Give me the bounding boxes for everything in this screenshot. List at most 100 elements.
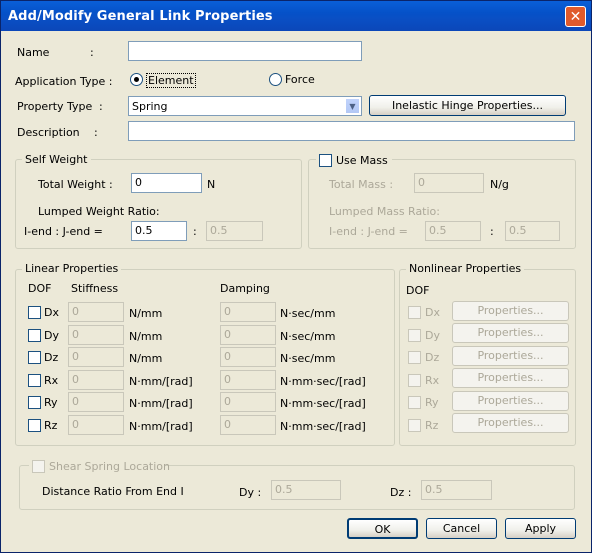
mass-iend-jend-label: I-end : J-end =: [329, 225, 408, 238]
dx-damping-input[interactable]: 0: [220, 302, 276, 322]
nl-dz-checkbox[interactable]: [408, 351, 421, 364]
linear-properties-title: Linear Properties: [22, 262, 122, 275]
description-input[interactable]: [128, 121, 575, 141]
nl-rz-properties-button[interactable]: Properties...: [452, 413, 569, 433]
nl-rz-label: Rz: [425, 419, 439, 432]
nl-dy-properties-button[interactable]: Properties...: [452, 323, 569, 343]
nonlinear-properties-title: Nonlinear Properties: [406, 262, 525, 275]
property-type-select[interactable]: Spring ▼: [128, 96, 362, 116]
ry-stiffness-input[interactable]: 0: [68, 392, 124, 412]
inelastic-hinge-properties-button[interactable]: Inelastic Hinge Properties...: [369, 95, 566, 116]
name-colon: :: [90, 46, 94, 59]
weight-iend-input[interactable]: 0.5: [131, 221, 187, 241]
dialog-window: Add/Modify General Link Properties ✕ Nam…: [0, 0, 592, 553]
nl-ry-properties-button[interactable]: Properties...: [452, 391, 569, 411]
dz-stiffness-input[interactable]: 0: [68, 347, 124, 367]
ry-damping-input[interactable]: 0: [220, 392, 276, 412]
dx-damping-unit: N·sec/mm: [280, 307, 336, 320]
mass-iend-input[interactable]: 0.5: [425, 221, 481, 241]
rx-label: Rx: [44, 374, 59, 387]
dz-label: Dz: [44, 351, 59, 364]
dy-label: Dy: [44, 329, 59, 342]
force-radio-label[interactable]: Force: [285, 73, 315, 86]
nl-ry-label: Ry: [425, 396, 439, 409]
damping-header: Damping: [220, 282, 270, 295]
linear-dof-header: DOF: [28, 282, 52, 295]
property-type-value: Spring: [132, 100, 168, 113]
weight-ratio-sep: :: [193, 225, 197, 238]
title-bar[interactable]: Add/Modify General Link Properties ✕: [1, 1, 591, 31]
weight-jend-input[interactable]: 0.5: [206, 221, 263, 241]
stiffness-header: Stiffness: [71, 282, 119, 295]
apply-button[interactable]: Apply: [505, 518, 576, 539]
dy-stiffness-input[interactable]: 0: [68, 325, 124, 345]
rz-damping-input[interactable]: 0: [220, 415, 276, 435]
dy-checkbox[interactable]: [28, 329, 41, 342]
shear-dz-input[interactable]: 0.5: [421, 480, 492, 500]
shear-dy-input[interactable]: 0.5: [271, 480, 341, 500]
distance-ratio-label: Distance Ratio From End I: [42, 485, 184, 498]
total-mass-input[interactable]: 0: [414, 173, 484, 193]
shear-spring-checkbox[interactable]: [32, 460, 45, 473]
dx-label: Dx: [44, 306, 59, 319]
property-type-colon: :: [99, 100, 103, 113]
window-title: Add/Modify General Link Properties: [8, 9, 273, 24]
nl-rx-properties-button[interactable]: Properties...: [452, 368, 569, 388]
total-mass-label: Total Mass :: [329, 178, 394, 191]
rx-checkbox[interactable]: [28, 374, 41, 387]
dx-checkbox[interactable]: [28, 306, 41, 319]
force-radio[interactable]: [269, 73, 282, 86]
ok-button[interactable]: OK: [347, 518, 418, 539]
use-mass-label[interactable]: Use Mass: [336, 154, 388, 167]
mass-jend-input[interactable]: 0.5: [505, 221, 560, 241]
shear-dy-label: Dy :: [239, 486, 262, 499]
nl-dy-checkbox[interactable]: [408, 329, 421, 342]
shear-spring-label[interactable]: Shear Spring Location: [49, 460, 170, 473]
total-weight-input[interactable]: 0: [131, 173, 202, 193]
weight-iend-jend-label: I-end : J-end =: [24, 225, 103, 238]
element-radio[interactable]: [130, 73, 143, 86]
name-label: Name: [17, 46, 50, 59]
name-input[interactable]: [128, 41, 362, 61]
nl-dz-properties-button[interactable]: Properties...: [452, 346, 569, 366]
nl-dy-label: Dy: [425, 329, 440, 342]
rz-damping-unit: N·mm·sec/[rad]: [280, 420, 366, 433]
dx-stiffness-unit: N/mm: [129, 307, 163, 320]
rz-checkbox[interactable]: [28, 419, 41, 432]
dz-checkbox[interactable]: [28, 351, 41, 364]
nl-dx-label: Dx: [425, 306, 440, 319]
description-colon: :: [94, 126, 98, 139]
lumped-weight-ratio-label: Lumped Weight Ratio:: [38, 205, 160, 218]
nl-rx-checkbox[interactable]: [408, 374, 421, 387]
rx-stiffness-unit: N·mm/[rad]: [129, 375, 193, 388]
description-label: Description: [17, 126, 80, 139]
property-type-label: Property Type: [17, 100, 93, 113]
nl-dx-checkbox[interactable]: [408, 306, 421, 319]
lumped-mass-ratio-label: Lumped Mass Ratio:: [329, 205, 440, 218]
rz-stiffness-input[interactable]: 0: [68, 415, 124, 435]
dz-damping-unit: N·sec/mm: [280, 352, 336, 365]
cancel-button[interactable]: Cancel: [426, 518, 497, 539]
nl-rz-checkbox[interactable]: [408, 419, 421, 432]
element-radio-label[interactable]: Element: [146, 73, 196, 88]
dx-stiffness-input[interactable]: 0: [68, 302, 124, 322]
self-weight-title: Self Weight: [22, 153, 91, 166]
ry-damping-unit: N·mm·sec/[rad]: [280, 397, 366, 410]
rx-damping-input[interactable]: 0: [220, 370, 276, 390]
chevron-down-icon[interactable]: ▼: [345, 98, 360, 114]
use-mass-checkbox[interactable]: [319, 154, 332, 167]
dy-damping-input[interactable]: 0: [220, 325, 276, 345]
ry-stiffness-unit: N·mm/[rad]: [129, 397, 193, 410]
total-weight-label: Total Weight :: [38, 178, 113, 191]
rz-stiffness-unit: N·mm/[rad]: [129, 420, 193, 433]
ry-checkbox[interactable]: [28, 396, 41, 409]
close-button[interactable]: ✕: [565, 6, 586, 27]
nonlinear-dof-header: DOF: [406, 284, 430, 297]
rx-stiffness-input[interactable]: 0: [68, 370, 124, 390]
nl-dz-label: Dz: [425, 351, 440, 364]
shear-dz-label: Dz :: [390, 486, 412, 499]
dz-damping-input[interactable]: 0: [220, 347, 276, 367]
nl-dx-properties-button[interactable]: Properties...: [452, 301, 569, 321]
nl-ry-checkbox[interactable]: [408, 396, 421, 409]
dy-stiffness-unit: N/mm: [129, 330, 163, 343]
